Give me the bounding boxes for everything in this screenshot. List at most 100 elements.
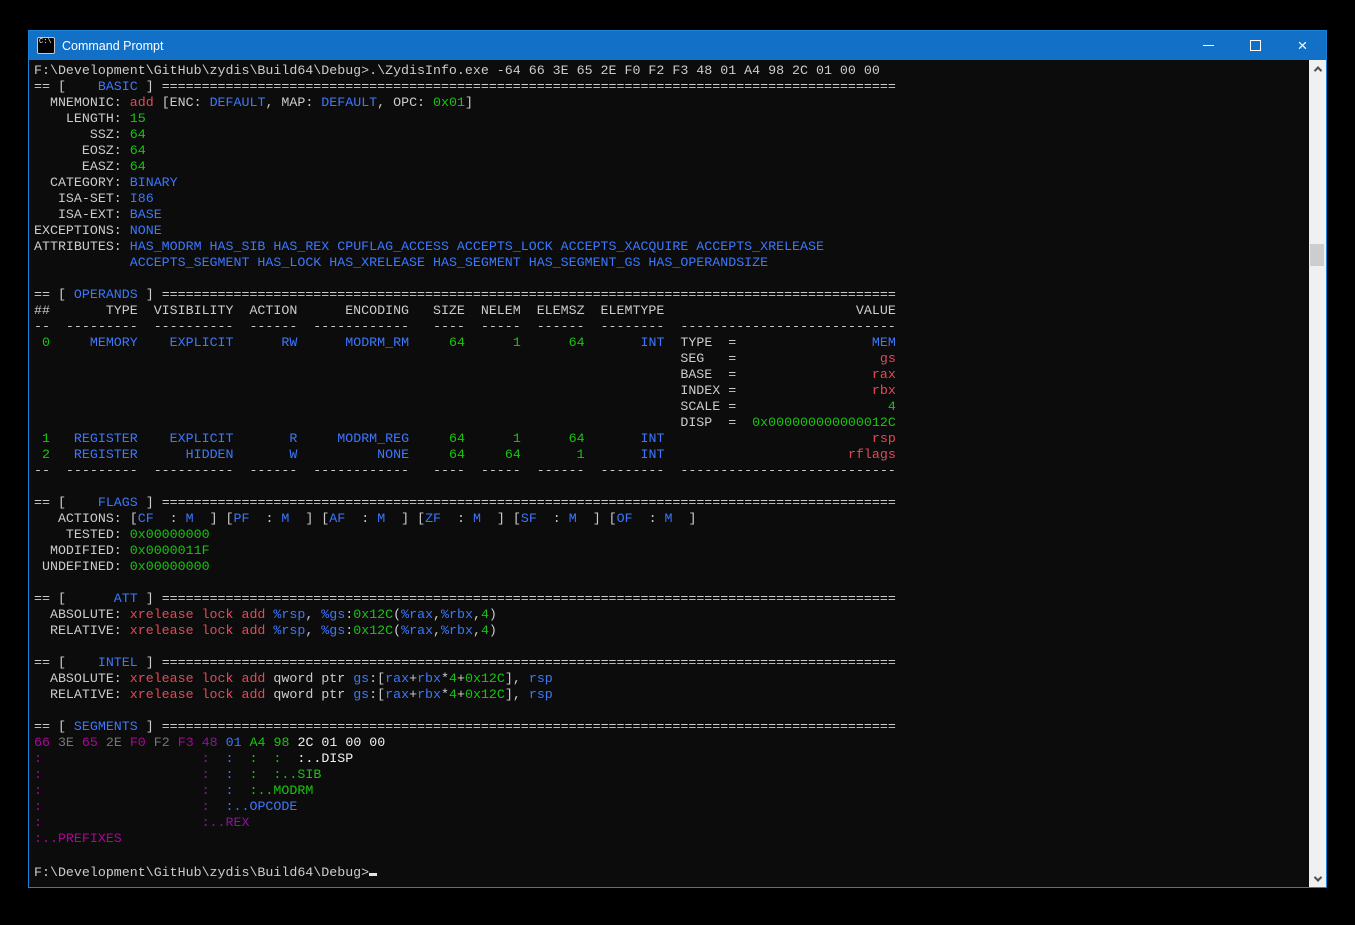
terminal-text-segment: == [ <box>34 495 74 510</box>
terminal-text-segment: ( <box>393 623 401 638</box>
terminal-text-segment: : <box>537 511 569 526</box>
terminal-text-segment: ZF <box>425 511 441 526</box>
terminal-text-segment: + <box>457 687 465 702</box>
terminal-line <box>34 479 1309 495</box>
terminal-text-segment: -- --------- ---------- ------ ---------… <box>34 463 680 478</box>
terminal-text-segment: ISA-EXT: <box>34 207 130 222</box>
terminal-text-segment: MEM <box>872 335 896 350</box>
terminal-text-segment: W <box>234 447 298 462</box>
terminal-text-segment: xrelease lock add <box>130 607 274 622</box>
terminal-line: UNDEFINED: 0x00000000 <box>34 559 1309 575</box>
terminal-text-segment: 0x12C <box>465 671 505 686</box>
terminal-text-segment: 66 <box>34 735 58 750</box>
terminal-line: ## TYPE VISIBILITY ACTION ENCODING SIZE … <box>34 303 1309 319</box>
terminal-line: : : :..OPCODE <box>34 799 1309 815</box>
terminal-text-segment: ] <box>138 79 162 94</box>
terminal-text-segment: :[ <box>369 687 385 702</box>
terminal-text-segment: --------------------------- <box>680 463 895 478</box>
terminal-text-segment: gs <box>353 671 369 686</box>
terminal-line: MNEMONIC: add [ENC: DEFAULT, MAP: DEFAUL… <box>34 95 1309 111</box>
terminal-text-segment: 4 <box>449 671 457 686</box>
terminal-text-segment: :..DISP <box>281 751 353 766</box>
terminal-text-segment: ## TYPE VISIBILITY ACTION ENCODING SIZE … <box>34 303 664 318</box>
terminal-text-segment: : <box>154 511 186 526</box>
scroll-down-button[interactable] <box>1309 870 1326 887</box>
terminal-text-segment: F2 <box>154 735 178 750</box>
terminal-line: == [ ATT ] =============================… <box>34 591 1309 607</box>
terminal-text-segment: gs <box>880 351 896 366</box>
terminal-text-segment: 2E <box>106 735 130 750</box>
terminal-text-segment: ( <box>393 607 401 622</box>
terminal-text-segment: 0x00000000 <box>130 527 210 542</box>
terminal-text-segment: ] [ <box>289 511 329 526</box>
terminal-text-segment <box>34 351 680 366</box>
terminal-text-segment: 64 <box>409 335 465 350</box>
terminal-text-segment: I86 <box>130 191 154 206</box>
terminal-text-segment: OF <box>617 511 633 526</box>
maximize-button[interactable] <box>1232 31 1279 60</box>
terminal-line: == [ BASIC ] ===========================… <box>34 79 1309 95</box>
terminal-text-segment: CATEGORY: <box>34 175 130 190</box>
terminal-text-segment: rbx <box>417 671 441 686</box>
terminal-text-segment: gs <box>353 687 369 702</box>
terminal-text-segment: == [ <box>34 719 74 734</box>
terminal-text-segment: %gs <box>321 607 345 622</box>
terminal-text-segment: EASZ: <box>34 159 130 174</box>
terminal-line: DISP = 0x000000000000012C <box>34 415 1309 431</box>
terminal-line <box>34 703 1309 719</box>
terminal-text-segment: ] [ <box>481 511 521 526</box>
title-bar[interactable]: C:\ Command Prompt × <box>29 31 1326 60</box>
terminal-line: ATTRIBUTES: HAS_MODRM HAS_SIB HAS_REX CP… <box>34 239 1309 255</box>
terminal-line: RELATIVE: xrelease lock add qword ptr gs… <box>34 687 1309 703</box>
terminal-text-segment: INTEL <box>74 655 138 670</box>
terminal-text-segment: %rbx <box>441 607 473 622</box>
terminal-text-segment: 64 <box>130 159 146 174</box>
terminal-line: ABSOLUTE: xrelease lock add %rsp, %gs:0x… <box>34 607 1309 623</box>
terminal-screen[interactable]: F:\Development\GitHub\zydis\Build64\Debu… <box>29 60 1309 887</box>
close-button[interactable]: × <box>1279 31 1326 60</box>
terminal-text-segment: : <box>202 799 210 814</box>
vertical-scrollbar[interactable] <box>1309 60 1326 887</box>
terminal-text-segment: 0x000000000000012C <box>752 415 896 430</box>
terminal-text-segment: rsp <box>529 687 553 702</box>
terminal-text-segment: ] <box>138 719 162 734</box>
terminal-text-segment: 4 <box>481 607 489 622</box>
terminal-text-segment: 1 <box>34 431 50 446</box>
terminal-text-segment: 48 <box>202 735 226 750</box>
scrollbar-thumb[interactable] <box>1310 244 1324 266</box>
terminal-text-segment: :..SIB <box>257 767 321 782</box>
terminal-text-segment <box>664 431 871 446</box>
terminal-text-segment <box>34 383 680 398</box>
terminal-text-segment: MEMORY <box>50 335 138 350</box>
terminal-text-segment <box>664 303 856 318</box>
terminal-text-segment: MODIFIED: <box>34 543 130 558</box>
terminal-text-segment: == [ <box>34 655 74 670</box>
maximize-icon <box>1250 40 1261 51</box>
terminal-text-segment: ] <box>465 95 473 110</box>
terminal-text-segment <box>42 751 202 766</box>
terminal-text-segment: NONE <box>130 223 162 238</box>
terminal-text-segment: 2 <box>34 447 50 462</box>
terminal-text-segment: + <box>457 671 465 686</box>
terminal-text-segment: rax <box>872 367 896 382</box>
terminal-text-segment <box>34 415 680 430</box>
terminal-text-segment: DEFAULT <box>210 95 266 110</box>
terminal-line: SSZ: 64 <box>34 127 1309 143</box>
terminal-text-segment: BASE <box>130 207 162 222</box>
terminal-text-segment: ] <box>138 591 162 606</box>
minimize-button[interactable] <box>1185 31 1232 60</box>
terminal-text-segment: ATT <box>74 591 138 606</box>
terminal-text-segment: rsp <box>872 431 896 446</box>
scroll-up-button[interactable] <box>1309 60 1326 77</box>
terminal-text-segment: ] [ <box>385 511 425 526</box>
terminal-text-segment: : <box>257 751 281 766</box>
terminal-text-segment: 2C 01 00 00 <box>297 735 385 750</box>
terminal-text-segment: rbx <box>872 383 896 398</box>
terminal-text-segment: ], <box>505 687 529 702</box>
terminal-text-segment: : <box>34 767 42 782</box>
terminal-line: == [ FLAGS ] ===========================… <box>34 495 1309 511</box>
terminal-text-segment: ========================================… <box>162 495 896 510</box>
window-controls: × <box>1185 31 1326 60</box>
terminal-text-segment: M <box>665 511 673 526</box>
terminal-text-segment: TESTED: <box>34 527 130 542</box>
